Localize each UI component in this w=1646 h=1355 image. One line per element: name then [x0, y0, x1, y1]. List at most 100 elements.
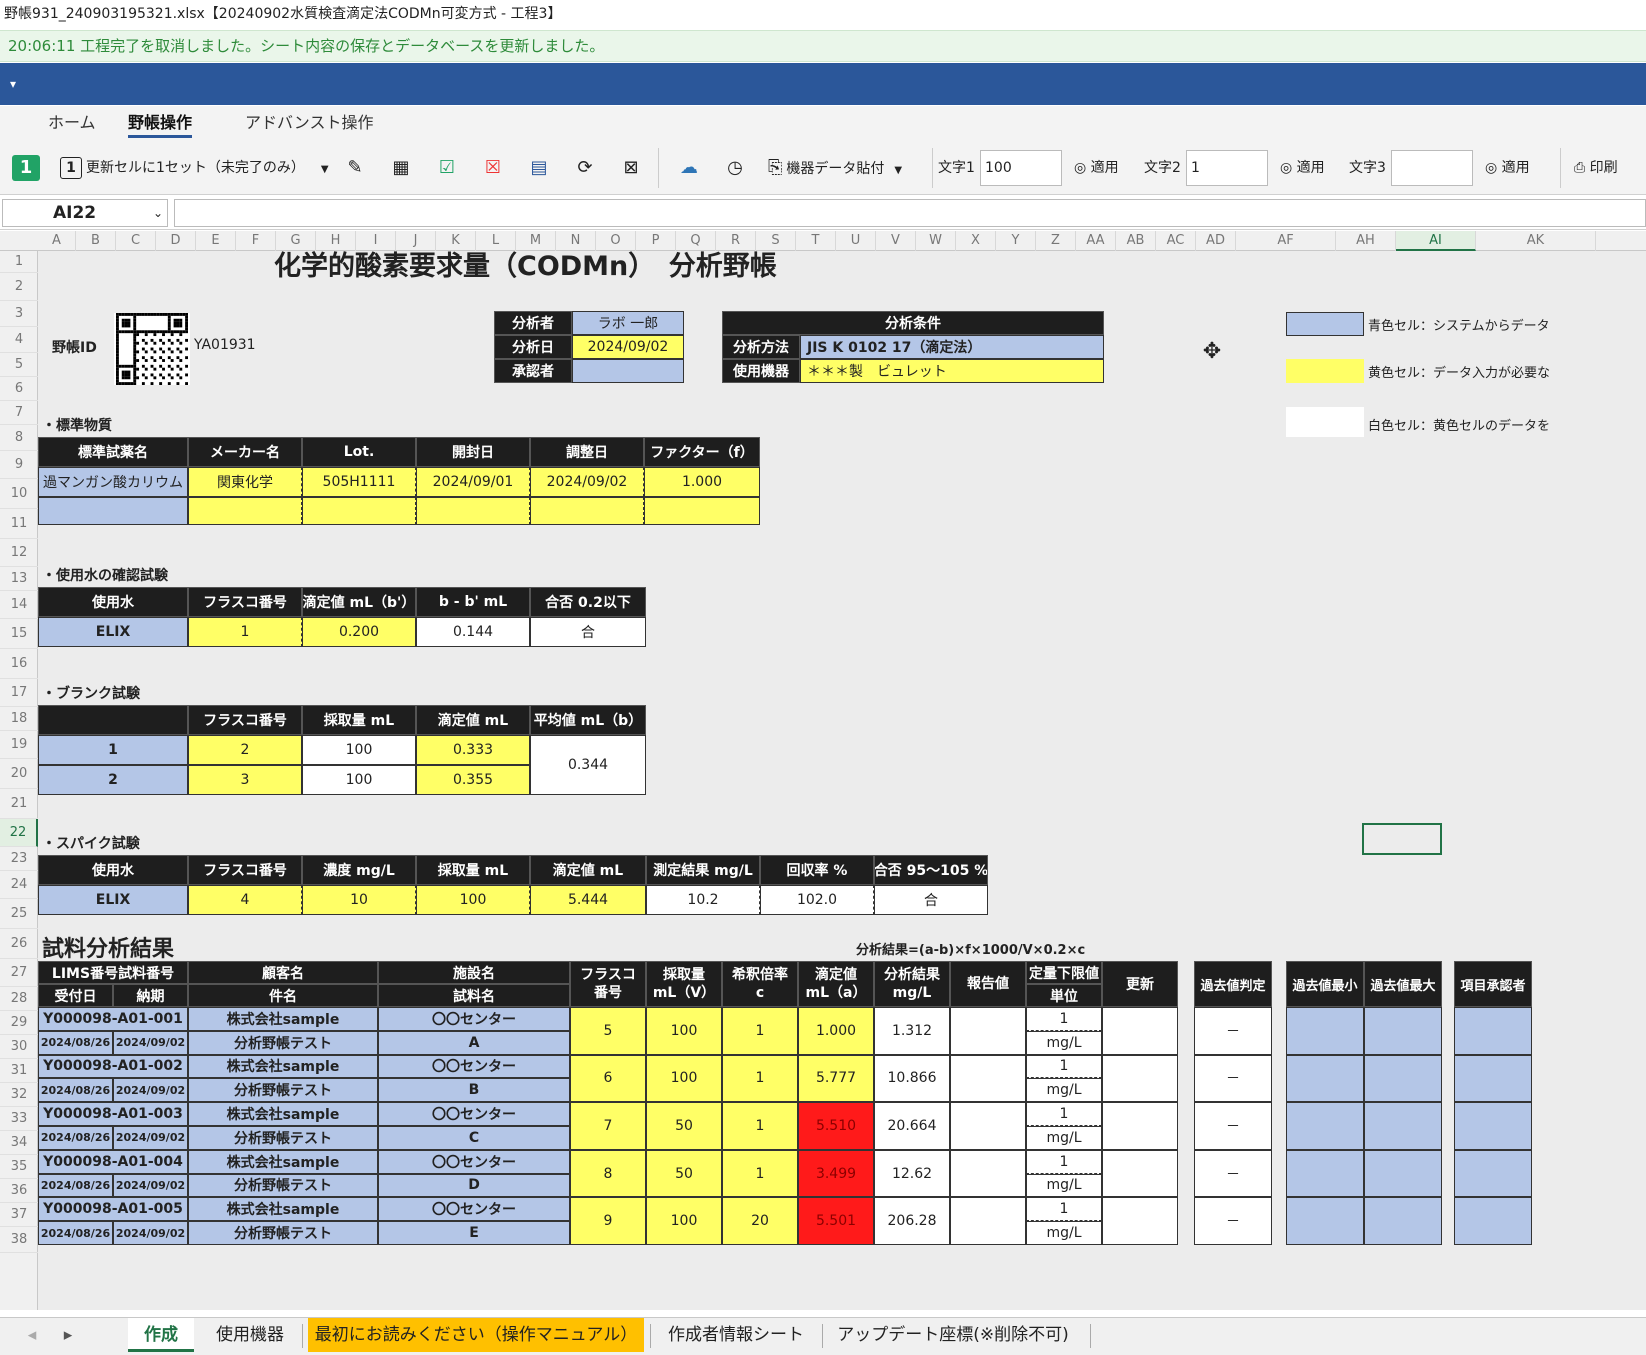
device-paste-button[interactable]: ⎘ 機器データ貼付 ▼ — [768, 154, 902, 182]
column-header[interactable]: F — [236, 231, 276, 251]
check-icon[interactable]: ☑ — [434, 155, 460, 181]
report-value[interactable] — [950, 1102, 1026, 1150]
row-header[interactable]: 32 — [0, 1083, 38, 1107]
flask-number[interactable]: 8 — [570, 1149, 646, 1198]
row-header[interactable]: 19 — [0, 731, 38, 759]
sheet-tab-update[interactable]: アップデート座標(※削除不可) — [828, 1318, 1078, 1352]
worksheet-grid[interactable]: 化学的酸素要求量（CODMn） 分析野帳 野帳ID YA01931 分析者 ラボ 一郎分… — [38, 251, 1646, 1310]
row-header[interactable]: 3 — [0, 301, 38, 327]
row-header[interactable]: 33 — [0, 1107, 38, 1131]
update-cell[interactable] — [1102, 1102, 1178, 1150]
column-header[interactable]: AK — [1476, 231, 1596, 251]
column-header[interactable]: G — [276, 231, 316, 251]
blank-cell[interactable]: 3 — [188, 765, 302, 795]
name-box[interactable]: AI22 ⌄ — [2, 199, 168, 227]
column-header[interactable]: K — [436, 231, 476, 251]
text2-input[interactable]: 1 — [1186, 150, 1268, 186]
collapse-bar[interactable]: ▾ — [0, 63, 1646, 105]
row-header[interactable]: 15 — [0, 619, 38, 649]
apply3-button[interactable]: ◎ 適用 — [1485, 154, 1530, 182]
column-header[interactable]: O — [596, 231, 636, 251]
std-cell-empty[interactable] — [644, 497, 760, 525]
row-header[interactable]: 1 — [0, 251, 38, 273]
column-header[interactable]: M — [516, 231, 556, 251]
update-cell[interactable] — [1102, 1054, 1178, 1103]
blank-cell[interactable]: 2 — [188, 735, 302, 765]
row-header[interactable]: 10 — [0, 479, 38, 509]
update-cell[interactable] — [1102, 1197, 1178, 1245]
row-header[interactable]: 2 — [0, 273, 38, 301]
close-box-icon[interactable]: ⊠ — [618, 155, 644, 181]
apply2-button[interactable]: ◎ 適用 — [1280, 154, 1325, 182]
column-header[interactable]: AF — [1236, 231, 1336, 251]
column-header[interactable]: AH — [1336, 231, 1396, 251]
std-cell[interactable]: 505H1111 — [302, 467, 416, 497]
table-icon[interactable]: ▦ — [388, 155, 414, 181]
column-header[interactable]: A — [38, 231, 76, 251]
dilution[interactable]: 20 — [722, 1197, 798, 1245]
column-header[interactable]: Q — [676, 231, 716, 251]
next-sheet-icon[interactable]: ▸ — [58, 1318, 78, 1352]
collapse-icon[interactable]: ▾ — [10, 77, 16, 91]
column-header[interactable]: S — [756, 231, 796, 251]
row-header[interactable]: 38 — [0, 1227, 38, 1253]
column-header[interactable]: Y — [996, 231, 1036, 251]
tab-advanced-ops[interactable]: アドバンスト操作 — [245, 112, 373, 138]
cross-icon[interactable]: ☒ — [480, 155, 506, 181]
sheet-tab-manual[interactable]: 最初にお読みください（操作マニュアル） — [308, 1318, 644, 1352]
column-header[interactable]: X — [956, 231, 996, 251]
row-header[interactable]: 17 — [0, 679, 38, 707]
report-value[interactable] — [950, 1197, 1026, 1245]
column-header[interactable]: R — [716, 231, 756, 251]
pen-icon[interactable]: ✎ — [342, 155, 368, 181]
row-header[interactable]: 20 — [0, 759, 38, 789]
std-cell[interactable]: 関東化学 — [188, 467, 302, 497]
dilution[interactable]: 1 — [722, 1007, 798, 1055]
column-header[interactable]: T — [796, 231, 836, 251]
column-header[interactable]: L — [476, 231, 516, 251]
column-header[interactable]: H — [316, 231, 356, 251]
blank-cell[interactable]: 0.333 — [416, 735, 530, 765]
dilution[interactable]: 1 — [722, 1149, 798, 1198]
text3-input[interactable] — [1391, 150, 1473, 186]
row-header[interactable]: 34 — [0, 1131, 38, 1155]
update-cell[interactable] — [1102, 1149, 1178, 1198]
titration-value[interactable]: 1.000 — [798, 1007, 874, 1055]
formula-input[interactable] — [174, 199, 1646, 227]
selected-cell[interactable] — [1362, 823, 1442, 855]
water-cell[interactable]: 0.200 — [302, 617, 416, 647]
spike-cell[interactable]: 100 — [416, 885, 530, 915]
column-header[interactable]: W — [916, 231, 956, 251]
spike-cell[interactable]: 4 — [188, 885, 302, 915]
column-header[interactable]: AI — [1396, 231, 1476, 251]
titration-value[interactable]: 5.510 — [798, 1102, 874, 1150]
std-cell[interactable]: 2024/09/02 — [530, 467, 644, 497]
water-cell[interactable]: 1 — [188, 617, 302, 647]
report-value[interactable] — [950, 1054, 1026, 1103]
column-header[interactable]: C — [116, 231, 156, 251]
row-header[interactable]: 14 — [0, 591, 38, 619]
column-header[interactable]: U — [836, 231, 876, 251]
row-header[interactable]: 4 — [0, 327, 38, 353]
refresh-icon[interactable]: ⟳ — [572, 155, 598, 181]
column-header[interactable]: AD — [1196, 231, 1236, 251]
std-cell-empty[interactable] — [530, 497, 644, 525]
print-button[interactable]: ⎙ 印刷 — [1574, 154, 1618, 182]
column-header[interactable]: I — [356, 231, 396, 251]
tab-notebook-ops[interactable]: 野帳操作 — [128, 112, 193, 138]
report-value[interactable] — [950, 1007, 1026, 1055]
row-header[interactable]: 6 — [0, 377, 38, 401]
std-cell[interactable]: 2024/09/01 — [416, 467, 530, 497]
row-header[interactable]: 25 — [0, 899, 38, 929]
column-header[interactable]: V — [876, 231, 916, 251]
flask-number[interactable]: 7 — [570, 1102, 646, 1150]
sample-volume[interactable]: 50 — [646, 1149, 722, 1198]
row-header[interactable]: 18 — [0, 707, 38, 731]
column-header[interactable]: AB — [1116, 231, 1156, 251]
device-value[interactable]: ＊＊＊製 ビュレット — [800, 359, 1104, 383]
row-header[interactable]: 9 — [0, 451, 38, 479]
sample-volume[interactable]: 50 — [646, 1102, 722, 1150]
column-header[interactable]: E — [196, 231, 236, 251]
report-value[interactable] — [950, 1149, 1026, 1198]
text1-input[interactable]: 100 — [980, 150, 1062, 186]
